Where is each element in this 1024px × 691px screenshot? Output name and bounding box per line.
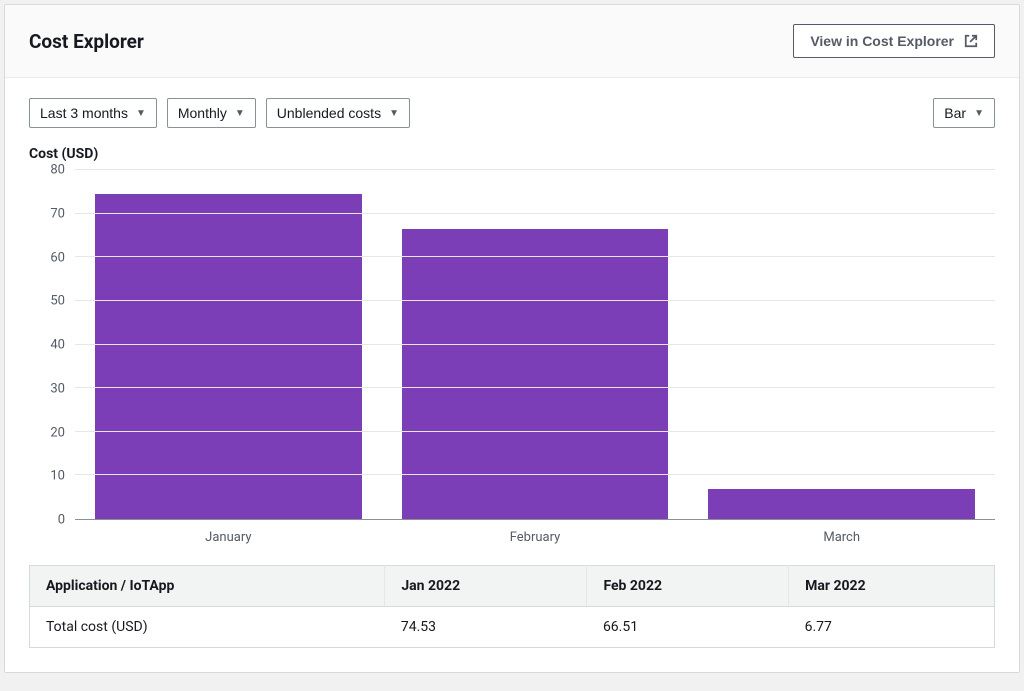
chart-type-label: Bar xyxy=(944,105,966,121)
caret-down-icon: ▼ xyxy=(136,108,146,119)
cost-type-label: Unblended costs xyxy=(277,105,381,121)
caret-down-icon: ▼ xyxy=(235,108,245,119)
grid-line xyxy=(75,256,995,257)
grid-line xyxy=(75,213,995,214)
panel-body: Last 3 months ▼ Monthly ▼ Unblended cost… xyxy=(5,78,1019,672)
caret-down-icon: ▼ xyxy=(974,108,984,119)
chart-type-select[interactable]: Bar ▼ xyxy=(933,98,995,128)
cost-table: Application / IoTAppJan 2022Feb 2022Mar … xyxy=(29,565,995,648)
view-button-label: View in Cost Explorer xyxy=(810,33,954,49)
x-label: January xyxy=(75,530,382,545)
bar-march[interactable] xyxy=(708,489,975,519)
x-label: March xyxy=(688,530,995,545)
table-header: Feb 2022 xyxy=(587,566,789,607)
bars-container xyxy=(75,170,995,519)
y-tick: 50 xyxy=(50,294,65,309)
grid-line xyxy=(75,474,995,475)
page-title: Cost Explorer xyxy=(29,30,144,53)
grid-line xyxy=(75,169,995,170)
date-range-select[interactable]: Last 3 months ▼ xyxy=(29,98,157,128)
bar-february[interactable] xyxy=(402,229,669,519)
caret-down-icon: ▼ xyxy=(389,108,399,119)
x-label: February xyxy=(382,530,689,545)
grid-line xyxy=(75,300,995,301)
filter-row: Last 3 months ▼ Monthly ▼ Unblended cost… xyxy=(29,98,995,128)
table-header: Application / IoTApp xyxy=(30,566,385,607)
grid-line xyxy=(75,344,995,345)
row-value: 6.77 xyxy=(789,607,995,648)
chart-area: 01020304050607080 xyxy=(29,170,995,520)
grid-line xyxy=(75,387,995,388)
date-range-label: Last 3 months xyxy=(40,105,128,121)
table-header: Jan 2022 xyxy=(385,566,587,607)
granularity-select[interactable]: Monthly ▼ xyxy=(167,98,256,128)
row-value: 66.51 xyxy=(587,607,789,648)
bar-january[interactable] xyxy=(95,194,362,519)
bar-slot xyxy=(688,170,995,519)
row-value: 74.53 xyxy=(385,607,587,648)
table-header: Mar 2022 xyxy=(789,566,995,607)
external-link-icon xyxy=(964,34,978,48)
y-tick: 30 xyxy=(50,381,65,396)
y-tick: 0 xyxy=(58,513,65,528)
y-axis: 01020304050607080 xyxy=(29,170,75,520)
grid-line xyxy=(75,431,995,432)
granularity-label: Monthly xyxy=(178,105,227,121)
plot-area xyxy=(75,170,995,520)
row-label: Total cost (USD) xyxy=(30,607,385,648)
y-tick: 70 xyxy=(50,206,65,221)
table-header-row: Application / IoTAppJan 2022Feb 2022Mar … xyxy=(30,566,995,607)
view-in-cost-explorer-button[interactable]: View in Cost Explorer xyxy=(793,24,995,58)
table-row: Total cost (USD)74.5366.516.77 xyxy=(30,607,995,648)
y-tick: 80 xyxy=(50,163,65,178)
y-tick: 40 xyxy=(50,338,65,353)
bar-slot xyxy=(75,170,382,519)
cost-explorer-panel: Cost Explorer View in Cost Explorer Last… xyxy=(4,4,1020,673)
panel-header: Cost Explorer View in Cost Explorer xyxy=(5,5,1019,78)
cost-type-select[interactable]: Unblended costs ▼ xyxy=(266,98,410,128)
x-axis-labels: JanuaryFebruaryMarch xyxy=(75,530,995,545)
bar-slot xyxy=(382,170,689,519)
chart-title: Cost (USD) xyxy=(29,146,995,162)
y-tick: 60 xyxy=(50,250,65,265)
y-tick: 20 xyxy=(50,425,65,440)
table-body: Total cost (USD)74.5366.516.77 xyxy=(30,607,995,648)
y-tick: 10 xyxy=(50,469,65,484)
